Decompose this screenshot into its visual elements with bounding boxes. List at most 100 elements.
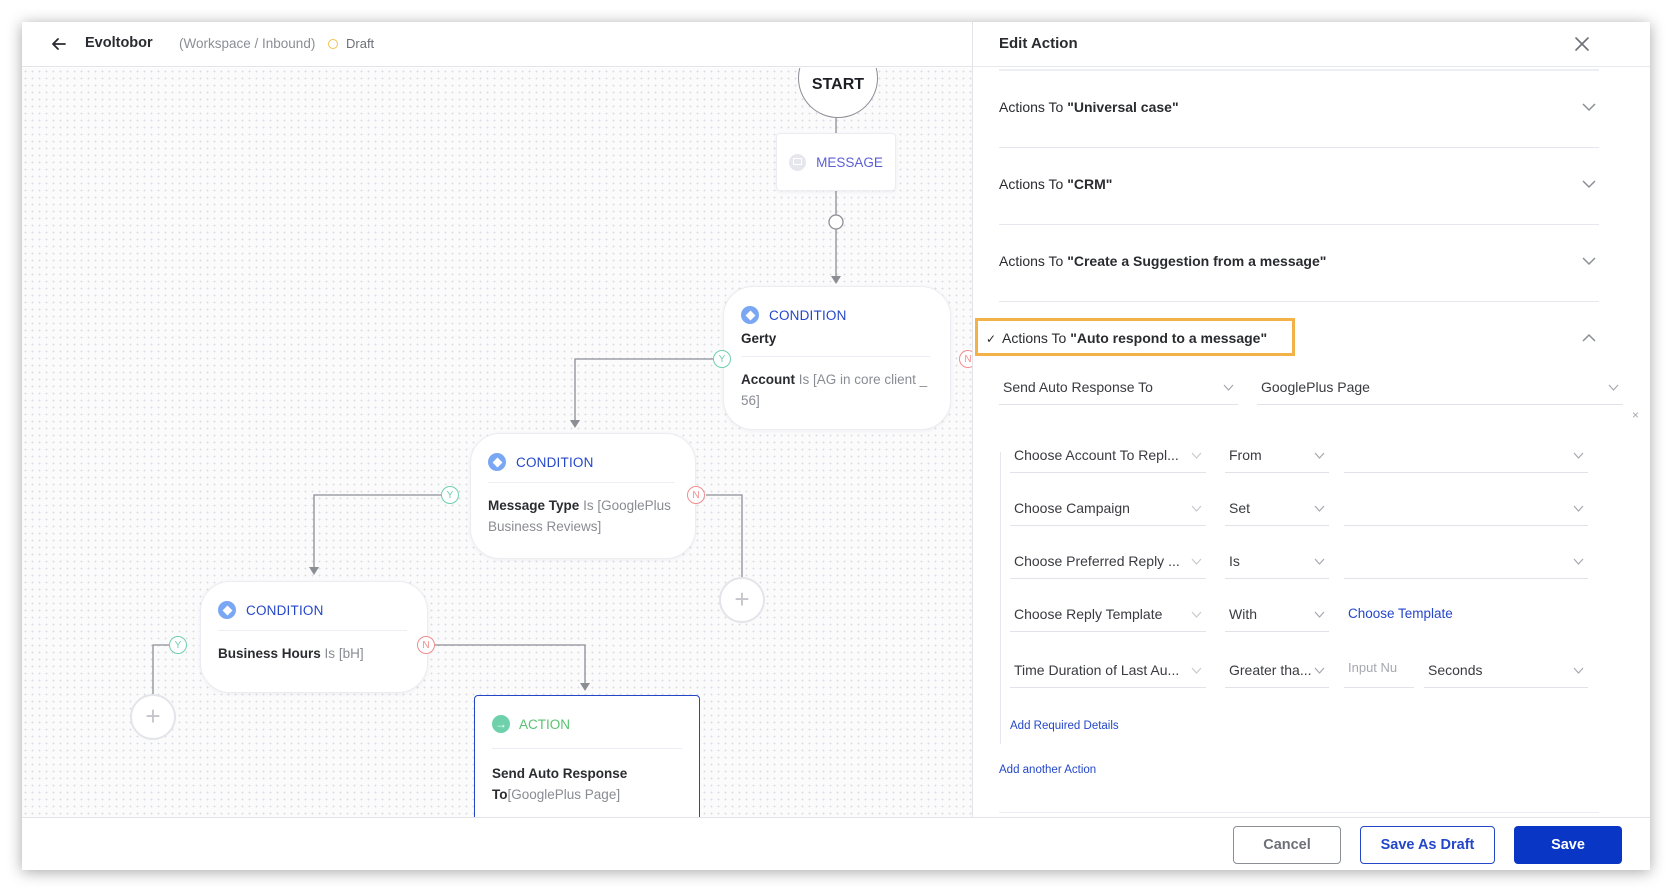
condition-type-label: CONDITION xyxy=(769,307,847,323)
chevron-down-icon xyxy=(1314,667,1325,674)
chevron-down-icon xyxy=(1191,452,1202,459)
accordion-item-create-suggestion[interactable]: Actions To "Create a Suggestion from a m… xyxy=(999,225,1599,302)
select-value: Choose Campaign xyxy=(1014,500,1130,516)
plus-icon: + xyxy=(734,584,750,614)
input-placeholder: Input Nu xyxy=(1348,660,1398,675)
value-select[interactable] xyxy=(1344,492,1588,526)
condition-type-label: CONDITION xyxy=(516,454,594,470)
check-icon: ✓ xyxy=(986,332,997,346)
action-type-label: ACTION xyxy=(519,716,571,732)
accordion-label: Actions To "Auto respond to a message" xyxy=(1002,330,1268,346)
condition-field: Business Hours xyxy=(218,646,321,661)
remove-action-icon[interactable]: × xyxy=(1632,408,1639,422)
rule-group-border xyxy=(1000,452,1001,744)
condition-diamond-icon xyxy=(218,601,236,619)
no-branch-badge[interactable]: N xyxy=(417,636,435,654)
save-button[interactable]: Save xyxy=(1514,826,1622,864)
close-button[interactable] xyxy=(1571,33,1593,55)
action-prefix: To xyxy=(492,787,508,802)
chevron-down-icon xyxy=(1573,667,1584,674)
divider xyxy=(741,356,930,357)
add-node-button[interactable]: + xyxy=(719,577,765,623)
time-unit-select[interactable]: Seconds xyxy=(1424,654,1588,688)
add-another-action-link[interactable]: Add another Action xyxy=(999,764,1096,776)
operator-select[interactable]: Is xyxy=(1225,545,1329,579)
chevron-down-icon xyxy=(1191,505,1202,512)
save-as-draft-button[interactable]: Save As Draft xyxy=(1360,826,1495,864)
select-value: Choose Reply Template xyxy=(1014,606,1163,622)
rule-title: Evoltobor xyxy=(85,35,153,51)
choose-account-select[interactable]: Choose Account To Repl... xyxy=(1010,439,1206,473)
breadcrumb: (Workspace / Inbound) xyxy=(179,36,316,51)
arrow-head xyxy=(570,420,580,428)
select-value: From xyxy=(1229,447,1262,463)
choose-preferred-reply-select[interactable]: Choose Preferred Reply ... xyxy=(1010,545,1206,579)
no-branch-badge[interactable]: N xyxy=(959,350,972,368)
panel-title: Edit Action xyxy=(999,35,1078,52)
chevron-down-icon xyxy=(1573,505,1584,512)
accordion-item-auto-respond[interactable]: ✓ Actions To "Auto respond to a message" xyxy=(975,318,1295,356)
chevron-up-icon[interactable] xyxy=(1581,330,1597,346)
yes-branch-badge[interactable]: Y xyxy=(169,636,187,654)
back-button[interactable] xyxy=(48,33,70,55)
chevron-down-icon xyxy=(1191,611,1202,618)
operator-select[interactable]: Greater tha... xyxy=(1225,654,1329,688)
condition-operator: Is xyxy=(798,372,810,387)
message-bubble-icon xyxy=(789,153,807,171)
chevron-down-icon xyxy=(1223,384,1234,391)
join-circle xyxy=(828,214,844,230)
operator-select[interactable]: Set xyxy=(1225,492,1329,526)
arrow-head xyxy=(309,567,319,575)
arrow-right-circle-icon: → xyxy=(492,715,510,733)
chevron-down-icon xyxy=(1314,452,1325,459)
operator-select[interactable]: From xyxy=(1225,439,1329,473)
choose-campaign-select[interactable]: Choose Campaign xyxy=(1010,492,1206,526)
select-value: Choose Preferred Reply ... xyxy=(1014,553,1180,569)
select-value: Choose Account To Repl... xyxy=(1014,447,1179,463)
condition-rule: Message Type Is [GooglePlus Business Rev… xyxy=(488,495,675,537)
select-value: Seconds xyxy=(1428,662,1483,678)
cancel-button[interactable]: Cancel xyxy=(1233,826,1341,864)
send-auto-response-to-select[interactable]: Send Auto Response To xyxy=(999,371,1238,405)
chevron-down-icon xyxy=(1191,667,1202,674)
send-target-select[interactable]: GooglePlus Page xyxy=(1257,371,1623,405)
condition-node-gerty[interactable]: CONDITION Gerty Account Is [AG in core c… xyxy=(723,286,951,430)
accordion-item-universal-case[interactable]: Actions To "Universal case" xyxy=(999,71,1599,148)
select-value: Greater tha... xyxy=(1229,662,1312,678)
plus-icon: + xyxy=(145,701,161,731)
chevron-down-icon xyxy=(1582,257,1596,266)
operator-select[interactable]: With xyxy=(1225,598,1329,632)
time-duration-select[interactable]: Time Duration of Last Au... xyxy=(1010,654,1206,688)
value-select[interactable] xyxy=(1344,439,1588,473)
no-branch-badge[interactable]: N xyxy=(687,486,705,504)
choose-reply-template-select[interactable]: Choose Reply Template xyxy=(1010,598,1206,632)
flow-canvas[interactable]: START MESSAGE CONDITION Gerty Account Is… xyxy=(22,68,972,817)
condition-node-business-hours[interactable]: CONDITION Business Hours Is [bH] xyxy=(200,581,428,693)
condition-node-message-type[interactable]: CONDITION Message Type Is [GooglePlus Bu… xyxy=(470,433,696,559)
divider xyxy=(218,630,407,631)
yes-branch-badge[interactable]: Y xyxy=(713,350,731,368)
select-value: With xyxy=(1229,606,1257,622)
condition-value: [bH] xyxy=(338,646,364,661)
accordion-label: Actions To "CRM" xyxy=(999,176,1113,192)
select-value: Send Auto Response To xyxy=(1003,379,1153,395)
accordion-label: Actions To "Universal case" xyxy=(999,99,1179,115)
condition-diamond-icon xyxy=(488,453,506,471)
action-node[interactable]: → ACTION Send Auto Response To[GooglePlu… xyxy=(474,695,700,817)
add-node-button[interactable]: + xyxy=(130,694,176,740)
add-required-details-link[interactable]: Add Required Details xyxy=(1010,720,1119,732)
message-node[interactable]: MESSAGE xyxy=(776,133,896,191)
choose-template-link[interactable]: Choose Template xyxy=(1348,606,1453,621)
value-select[interactable] xyxy=(1344,545,1588,579)
chevron-down-icon xyxy=(1573,558,1584,565)
condition-rule: Business Hours Is [bH] xyxy=(218,643,407,664)
yes-branch-badge[interactable]: Y xyxy=(441,486,459,504)
action-value: [GooglePlus Page] xyxy=(507,787,621,802)
app-window: Evoltobor (Workspace / Inbound) Draft ST… xyxy=(22,22,1650,870)
arrow-left-icon xyxy=(52,38,66,50)
number-input[interactable]: Input Nu xyxy=(1344,654,1414,688)
accordion-item-crm[interactable]: Actions To "CRM" xyxy=(999,148,1599,225)
top-header: Evoltobor (Workspace / Inbound) Draft xyxy=(22,22,972,67)
select-value: Time Duration of Last Au... xyxy=(1014,662,1180,678)
connector-msgtype-no xyxy=(706,494,743,577)
